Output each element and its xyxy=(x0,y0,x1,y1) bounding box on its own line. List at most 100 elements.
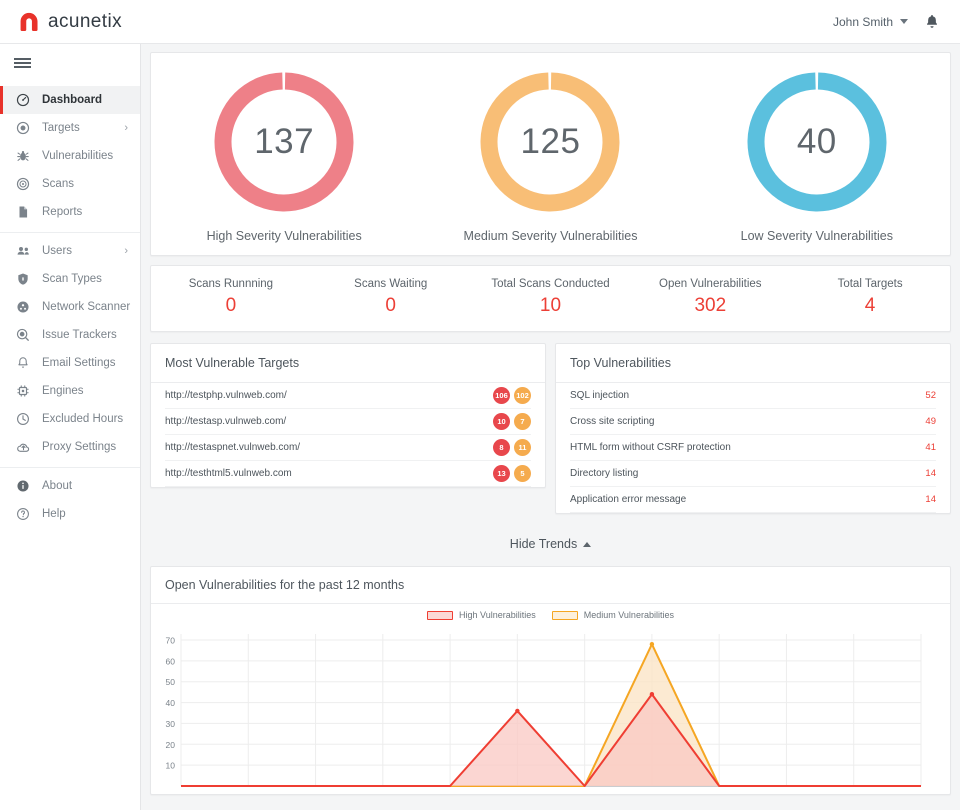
stat-label: Open Vulnerabilities xyxy=(659,278,762,290)
table-row[interactable]: http://testhtml5.vulnweb.com 13 5 xyxy=(165,461,531,487)
donut-label-low: Low Severity Vulnerabilities xyxy=(741,229,893,243)
sidebar-item-targets[interactable]: Targets › xyxy=(0,114,140,142)
donut-label-high: High Severity Vulnerabilities xyxy=(207,229,362,243)
brand-logo[interactable]: acunetix xyxy=(18,11,122,33)
notification-bell-icon[interactable] xyxy=(924,13,940,30)
chart-data-point xyxy=(515,709,519,713)
chevron-up-icon xyxy=(583,542,591,547)
y-axis-tick-label: 10 xyxy=(166,761,176,771)
y-axis-tick-label: 30 xyxy=(166,719,176,729)
stat-value: 0 xyxy=(385,295,396,317)
bell-icon xyxy=(14,356,32,370)
target-badges: 13 5 xyxy=(493,465,531,482)
sidebar-item-dashboard[interactable]: Dashboard xyxy=(0,86,140,114)
sidebar-item-label: Scan Types xyxy=(42,273,102,285)
sidebar-item-issue-trackers[interactable]: Issue Trackers xyxy=(0,321,140,349)
donut-chart-low: 40 xyxy=(742,67,892,217)
table-row[interactable]: http://testasp.vulnweb.com/ 10 7 xyxy=(165,409,531,435)
stat-value: 0 xyxy=(226,295,237,317)
table-row[interactable]: Directory listing 14 xyxy=(570,461,936,487)
y-axis-tick-label: 40 xyxy=(166,698,176,708)
chart-data-point xyxy=(650,692,654,696)
sidebar-item-label: Email Settings xyxy=(42,357,116,369)
chart-area: High Vulnerabilities Medium Vulnerabilit… xyxy=(151,604,950,794)
sidebar-item-about[interactable]: About xyxy=(0,472,140,500)
users-icon xyxy=(14,244,32,259)
table-row[interactable]: Cross site scripting 49 xyxy=(570,409,936,435)
severity-summary-card: 137 High Severity Vulnerabilities 125 Me… xyxy=(150,52,951,256)
hamburger-menu-icon[interactable] xyxy=(0,44,140,82)
panel-row: Most Vulnerable Targets http://testphp.v… xyxy=(150,343,951,514)
vulnerability-name: Cross site scripting xyxy=(570,416,654,427)
sidebar-item-help[interactable]: Help xyxy=(0,500,140,528)
status-badge-medium: 11 xyxy=(514,439,531,456)
user-menu[interactable]: John Smith xyxy=(833,15,908,29)
table-row[interactable]: Application error message 14 xyxy=(570,487,936,513)
sidebar-item-label: Proxy Settings xyxy=(42,441,116,453)
stat-total-targets: Total Targets 4 xyxy=(790,278,950,317)
top-bar-right: John Smith xyxy=(833,13,946,30)
vulnerability-count: 41 xyxy=(925,442,936,453)
donut-value-medium: 125 xyxy=(475,67,625,217)
sidebar-item-users[interactable]: Users › xyxy=(0,237,140,265)
hide-trends-toggle[interactable]: Hide Trends xyxy=(150,524,951,564)
sidebar-item-reports[interactable]: Reports xyxy=(0,198,140,226)
donut-high-severity: 137 High Severity Vulnerabilities xyxy=(151,67,417,243)
stats-summary-card: Scans Runnning 0 Scans Waiting 0 Total S… xyxy=(150,265,951,332)
vulnerability-name: SQL injection xyxy=(570,390,629,401)
vulnerability-count: 14 xyxy=(925,494,936,505)
stat-scans-running: Scans Runnning 0 xyxy=(151,278,311,317)
main-content: 137 High Severity Vulnerabilities 125 Me… xyxy=(141,44,960,810)
user-name: John Smith xyxy=(833,15,893,29)
status-badge-medium: 5 xyxy=(514,465,531,482)
donut-chart-medium: 125 xyxy=(475,67,625,217)
issue-tracker-search-icon xyxy=(14,328,32,342)
sidebar-item-scan-types[interactable]: Scan Types xyxy=(0,265,140,293)
sidebar-item-network-scanner[interactable]: Network Scanner xyxy=(0,293,140,321)
sidebar-item-scans[interactable]: Scans xyxy=(0,170,140,198)
sidebar-item-vulnerabilities[interactable]: Vulnerabilities xyxy=(0,142,140,170)
panel-title: Most Vulnerable Targets xyxy=(151,344,545,383)
donut-value-low: 40 xyxy=(742,67,892,217)
sidebar-item-label: Users xyxy=(42,245,72,257)
table-row[interactable]: HTML form without CSRF protection 41 xyxy=(570,435,936,461)
donut-low-severity: 40 Low Severity Vulnerabilities xyxy=(684,67,950,243)
status-badge-medium: 102 xyxy=(514,387,531,404)
chart-legend: High Vulnerabilities Medium Vulnerabilit… xyxy=(151,610,950,620)
sidebar-item-excluded-hours[interactable]: Excluded Hours xyxy=(0,405,140,433)
status-badge-high: 10 xyxy=(493,413,510,430)
sidebar-item-label: Help xyxy=(42,508,66,520)
brand-name: acunetix xyxy=(48,11,122,33)
chevron-right-icon: › xyxy=(124,123,128,134)
sidebar-item-proxy-settings[interactable]: Proxy Settings xyxy=(0,433,140,461)
y-axis-tick-label: 50 xyxy=(166,677,176,687)
sidebar-item-label: Dashboard xyxy=(42,94,102,106)
y-axis-tick-label: 60 xyxy=(166,656,176,666)
vulnerability-name: HTML form without CSRF protection xyxy=(570,442,731,453)
chevron-right-icon: › xyxy=(124,246,128,257)
sidebar-item-email-settings[interactable]: Email Settings xyxy=(0,349,140,377)
legend-swatch-high-icon xyxy=(427,611,453,620)
stat-open-vulnerabilities: Open Vulnerabilities 302 xyxy=(630,278,790,317)
stat-value: 302 xyxy=(694,295,726,317)
donut-label-medium: Medium Severity Vulnerabilities xyxy=(464,229,638,243)
stat-total-scans-conducted: Total Scans Conducted 10 xyxy=(471,278,631,317)
legend-item-high[interactable]: High Vulnerabilities xyxy=(427,610,536,620)
table-row[interactable]: http://testphp.vulnweb.com/ 106 102 xyxy=(165,383,531,409)
stats-row: Scans Runnning 0 Scans Waiting 0 Total S… xyxy=(151,278,950,317)
legend-label-medium: Medium Vulnerabilities xyxy=(584,610,674,620)
top-bar: acunetix John Smith xyxy=(0,0,960,44)
table-row[interactable]: http://testaspnet.vulnweb.com/ 8 11 xyxy=(165,435,531,461)
table-row[interactable]: SQL injection 52 xyxy=(570,383,936,409)
target-url: http://testphp.vulnweb.com/ xyxy=(165,390,287,401)
chart-series-area xyxy=(181,694,921,786)
stat-label: Total Targets xyxy=(838,278,903,290)
sidebar-group-settings: Users › Scan Types Network Scanner Issue… xyxy=(0,233,140,468)
legend-label-high: High Vulnerabilities xyxy=(459,610,536,620)
vulnerability-name: Application error message xyxy=(570,494,686,505)
legend-item-medium[interactable]: Medium Vulnerabilities xyxy=(552,610,674,620)
top-vulnerabilities-panel: Top Vulnerabilities SQL injection 52 Cro… xyxy=(555,343,951,514)
sidebar-item-engines[interactable]: Engines xyxy=(0,377,140,405)
shield-icon xyxy=(14,272,32,286)
chart-title: Open Vulnerabilities for the past 12 mon… xyxy=(151,567,950,604)
